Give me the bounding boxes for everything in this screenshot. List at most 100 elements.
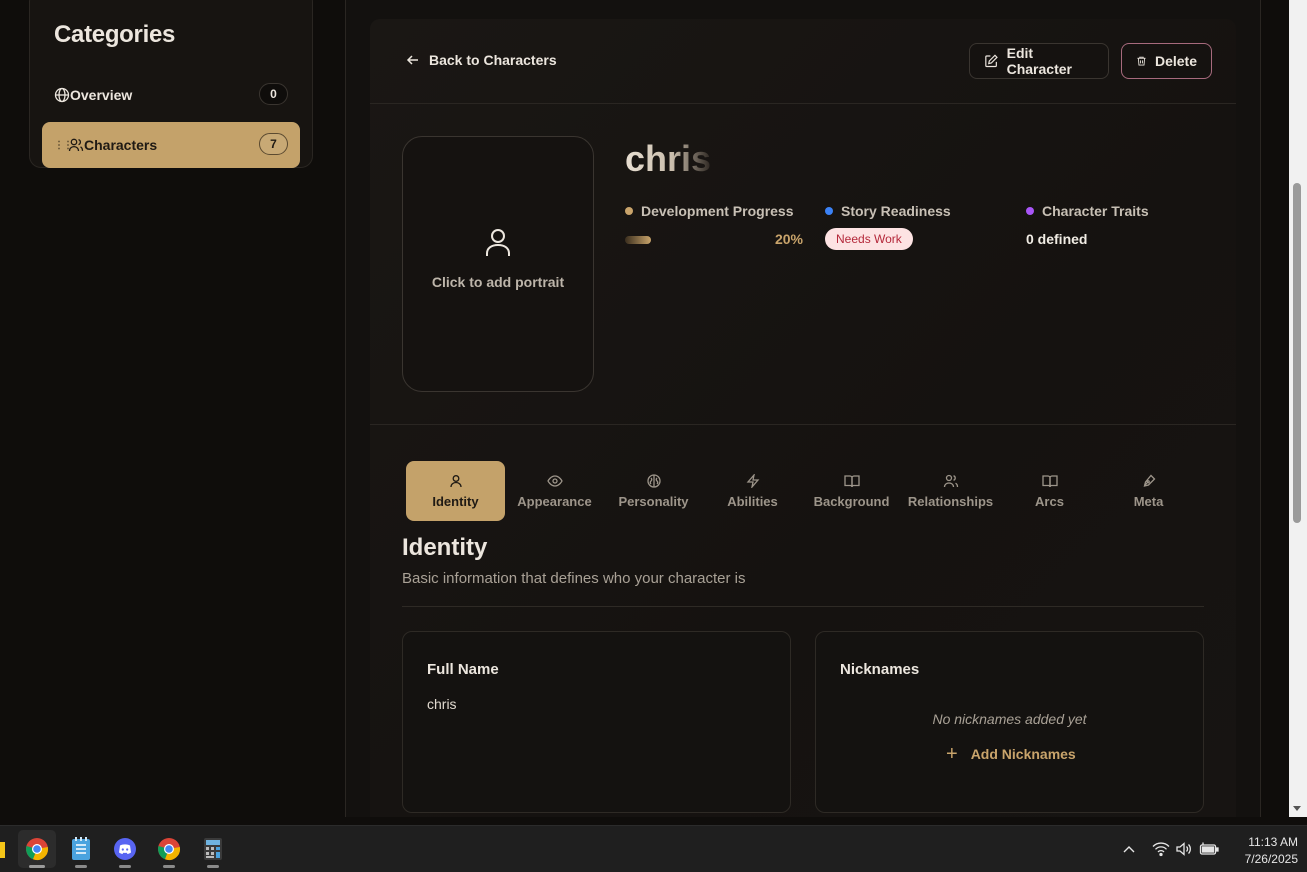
edit-label: Edit Character <box>1006 45 1072 77</box>
tab-label: Arcs <box>1035 493 1064 509</box>
tab-identity[interactable]: Identity <box>406 461 505 521</box>
clock-date: 7/26/2025 <box>1244 852 1298 866</box>
running-indicator <box>207 865 219 868</box>
person-icon <box>486 229 510 256</box>
left-panel: Categories Overview 0 ⋮⋮ Characters 7 <box>0 0 345 817</box>
section-subtitle: Basic information that defines who your … <box>402 570 746 587</box>
edit-icon <box>985 54 998 68</box>
tab-label: Relationships <box>907 493 994 509</box>
stat-label: Development Progress <box>641 203 794 219</box>
add-nicknames-button[interactable]: + Add Nicknames <box>946 743 1076 765</box>
clock-time: 11:13 AM <box>1248 835 1298 849</box>
edit-character-button[interactable]: Edit Character <box>969 43 1109 79</box>
chrome-icon <box>158 838 180 861</box>
character-traits: Character Traits 0 defined <box>1026 203 1149 247</box>
system-clock[interactable]: 11:13 AM 7/26/2025 <box>1226 834 1298 868</box>
scroll-down-icon[interactable] <box>1293 806 1301 811</box>
active-indicator <box>29 865 45 868</box>
portrait-prompt: Click to add portrait <box>431 274 565 290</box>
drag-handle-icon[interactable]: ⋮⋮ <box>54 140 73 151</box>
arrow-left-icon <box>406 55 418 65</box>
taskbar-chrome-2[interactable] <box>150 830 188 868</box>
book-open-icon <box>1041 474 1058 487</box>
nicknames-card: Nicknames No nicknames added yet + Add N… <box>815 631 1204 813</box>
tab-abilities[interactable]: Abilities <box>703 461 802 521</box>
stat-label: Character Traits <box>1042 203 1149 219</box>
story-readiness: Story Readiness Needs Work <box>825 203 951 250</box>
tab-relationships[interactable]: Relationships <box>901 461 1000 521</box>
taskbar-notepad[interactable] <box>62 830 100 868</box>
empty-state-text: No nicknames added yet <box>932 711 1087 727</box>
full-name-value: chris <box>427 696 457 712</box>
scrollbar[interactable] <box>1289 0 1307 817</box>
character-name: chris <box>625 138 712 179</box>
progress-value: 20% <box>774 231 803 247</box>
chrome-icon <box>26 838 48 861</box>
delete-label: Delete <box>1154 53 1197 69</box>
tab-label: Abilities <box>727 493 778 509</box>
file-explorer-icon[interactable] <box>0 842 5 858</box>
status-dot <box>625 207 633 215</box>
book-icon <box>843 474 860 487</box>
taskbar-discord[interactable] <box>106 830 144 868</box>
plus-icon: + <box>946 743 958 765</box>
sidebar-item-characters[interactable]: ⋮⋮ Characters 7 <box>42 122 300 168</box>
traits-count: 0 defined <box>1026 231 1088 247</box>
tab-label: Personality <box>618 493 689 509</box>
tab-appearance[interactable]: Appearance <box>505 461 604 521</box>
person-icon <box>449 474 462 487</box>
status-badge: Needs Work <box>825 228 913 250</box>
users-icon <box>943 474 958 487</box>
tab-label: Background <box>813 493 890 509</box>
back-label: Back to Characters <box>429 52 557 68</box>
volume-icon[interactable] <box>1175 841 1193 857</box>
battery-icon[interactable] <box>1199 841 1219 857</box>
progress-bar <box>625 236 651 244</box>
status-dot <box>825 207 833 215</box>
brain-icon <box>646 473 661 488</box>
field-title: Full Name <box>427 661 499 678</box>
wifi-icon[interactable] <box>1152 841 1170 857</box>
stat-label: Story Readiness <box>841 203 951 219</box>
back-to-characters-link[interactable]: Back to Characters <box>406 52 557 68</box>
sidebar-item-overview[interactable]: Overview 0 <box>42 72 300 118</box>
chevron-up-icon[interactable] <box>1122 843 1136 855</box>
taskbar: 11:13 AM 7/26/2025 <box>0 825 1307 872</box>
field-title: Nicknames <box>840 661 920 678</box>
tab-personality[interactable]: Personality <box>604 461 703 521</box>
status-dot <box>1026 207 1034 215</box>
tab-arcs[interactable]: Arcs <box>1000 461 1099 521</box>
globe-icon <box>54 87 70 103</box>
running-indicator <box>163 865 175 868</box>
portrait-upload[interactable]: Click to add portrait <box>402 136 594 392</box>
pen-icon <box>1143 474 1155 487</box>
character-detail-card: Back to Characters Edit Character Delete… <box>370 19 1236 817</box>
running-indicator <box>119 865 131 868</box>
scrollbar-thumb[interactable] <box>1293 183 1301 523</box>
tab-background[interactable]: Background <box>802 461 901 521</box>
tab-meta[interactable]: Meta <box>1099 461 1198 521</box>
users-icon <box>68 137 84 153</box>
divider <box>402 606 1204 607</box>
development-progress: Development Progress 20% <box>625 203 803 251</box>
categories-title: Categories <box>54 21 176 48</box>
tab-label: Appearance <box>517 493 592 509</box>
tab-label: Meta <box>1133 493 1164 509</box>
tab-label: Identity <box>432 493 479 509</box>
running-indicator <box>75 865 87 868</box>
delete-button[interactable]: Delete <box>1121 43 1212 79</box>
notepad-icon <box>72 837 90 860</box>
section-title: Identity <box>402 534 488 561</box>
calculator-icon <box>204 838 222 860</box>
detail-tabs: Identity Appearance Personality Abilitie… <box>406 461 1204 521</box>
full-name-card[interactable]: Full Name chris <box>402 631 791 813</box>
count-badge: 0 <box>259 83 288 105</box>
add-nicknames-label: Add Nicknames <box>970 746 1076 762</box>
character-header: Click to add portrait chris Development … <box>370 104 1236 425</box>
sidebar-item-label: Characters <box>84 137 158 153</box>
discord-icon <box>114 838 136 860</box>
taskbar-calculator[interactable] <box>194 830 232 868</box>
detail-toolbar: Back to Characters Edit Character Delete <box>370 19 1236 104</box>
taskbar-chrome[interactable] <box>18 830 56 868</box>
categories-card: Categories Overview 0 ⋮⋮ Characters 7 <box>29 0 313 168</box>
